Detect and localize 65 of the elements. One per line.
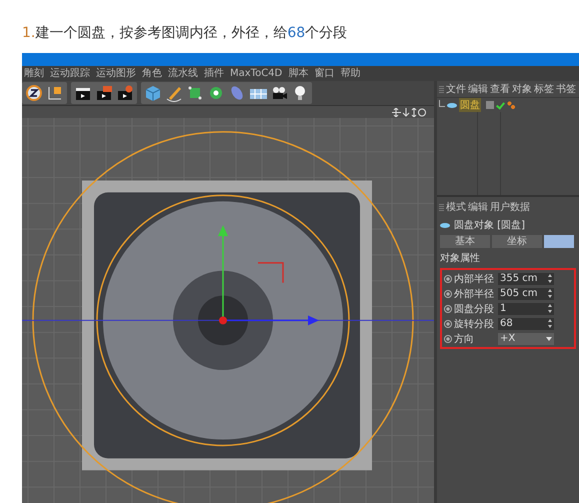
menu-item[interactable]: 帮助 [340,68,360,80]
navigation-icon[interactable] [392,108,428,116]
menu-item[interactable]: 窗口 [314,68,334,80]
dropdown[interactable]: +X [498,332,554,344]
animate-dot-icon[interactable] [444,320,452,328]
disk-icon [447,102,457,108]
origin-dot [219,316,227,324]
menu-item[interactable]: 编辑 [468,200,488,214]
menu-item[interactable]: 查看 [490,82,510,96]
instruction-text: 1.建一个圆盘，按参考图调内径，外径，给68个分段 [21,24,348,43]
grip-icon[interactable] [439,86,444,92]
camera-icon[interactable] [270,84,288,102]
checkmark-icon[interactable] [496,100,505,110]
field-label: 方向 [454,332,475,346]
menu-item[interactable]: 角色 [142,68,162,80]
menu-item[interactable]: 运动跟踪 [50,68,90,80]
menu-item[interactable]: 脚本 [288,68,308,80]
menu-item[interactable]: 书签 [556,82,576,96]
clapperboard-icon[interactable] [95,84,113,102]
field-label: 外部半径 [454,288,495,300]
menu-item[interactable]: MaxToC4D [230,68,282,80]
number-field[interactable]: 355 cm [498,272,554,284]
axes-cube-icon[interactable] [46,84,64,102]
corner-marker [258,262,284,283]
object-row[interactable]: 圆盘 [437,98,579,112]
animate-dot-icon[interactable] [444,290,452,298]
spinner-icon[interactable] [548,274,552,283]
cube-icon[interactable] [144,84,162,102]
caret-icon [546,336,552,340]
menu-item[interactable]: 对象 [512,82,532,96]
menu-item[interactable]: 文件 [446,82,466,96]
number-field[interactable]: 505 cm [498,288,554,300]
spinner-icon[interactable] [548,289,552,298]
flower-icon[interactable] [207,84,225,102]
pen-icon[interactable] [165,84,183,102]
spinner-icon[interactable] [548,304,552,313]
menu-item[interactable]: 模式 [446,200,466,214]
grip-icon[interactable] [439,204,444,210]
menu-item[interactable]: 插件 [204,68,224,80]
menu-item[interactable]: 流水线 [168,68,198,80]
animate-dot-icon[interactable] [444,334,452,342]
menu-item[interactable]: 标签 [534,82,554,96]
menu-item[interactable]: 雕刻 [24,68,44,80]
animate-dot-icon[interactable] [444,304,452,312]
animate-dot-icon[interactable] [444,274,452,282]
clapperboard-icon[interactable] [116,84,134,102]
object-name: 圆盘 [459,98,481,112]
handle-cube-icon[interactable] [186,84,204,102]
tab[interactable]: 坐标 [492,235,542,248]
menu-item[interactable]: 编辑 [468,82,488,96]
section-title: 对象属性 [439,252,481,266]
field-label: 圆盘分段 [454,302,495,316]
menu-item[interactable]: 用户数据 [490,200,530,214]
object-title: 圆盘对象 [圆盘] [454,218,525,232]
field-label: 旋转分段 [454,318,495,330]
number-field[interactable]: 68 [498,318,554,330]
number-field[interactable]: 1 [498,302,554,314]
menu-item[interactable]: 运动图形 [96,68,136,80]
field-label: 内部半径 [454,272,495,286]
tab[interactable]: 基本 [440,235,490,248]
disk-icon [440,222,450,228]
zigzag-circle-icon[interactable] [25,84,43,102]
spinner-icon[interactable] [548,319,552,328]
tree-line-icon [439,100,445,106]
tag-dots-icon[interactable] [507,101,515,109]
